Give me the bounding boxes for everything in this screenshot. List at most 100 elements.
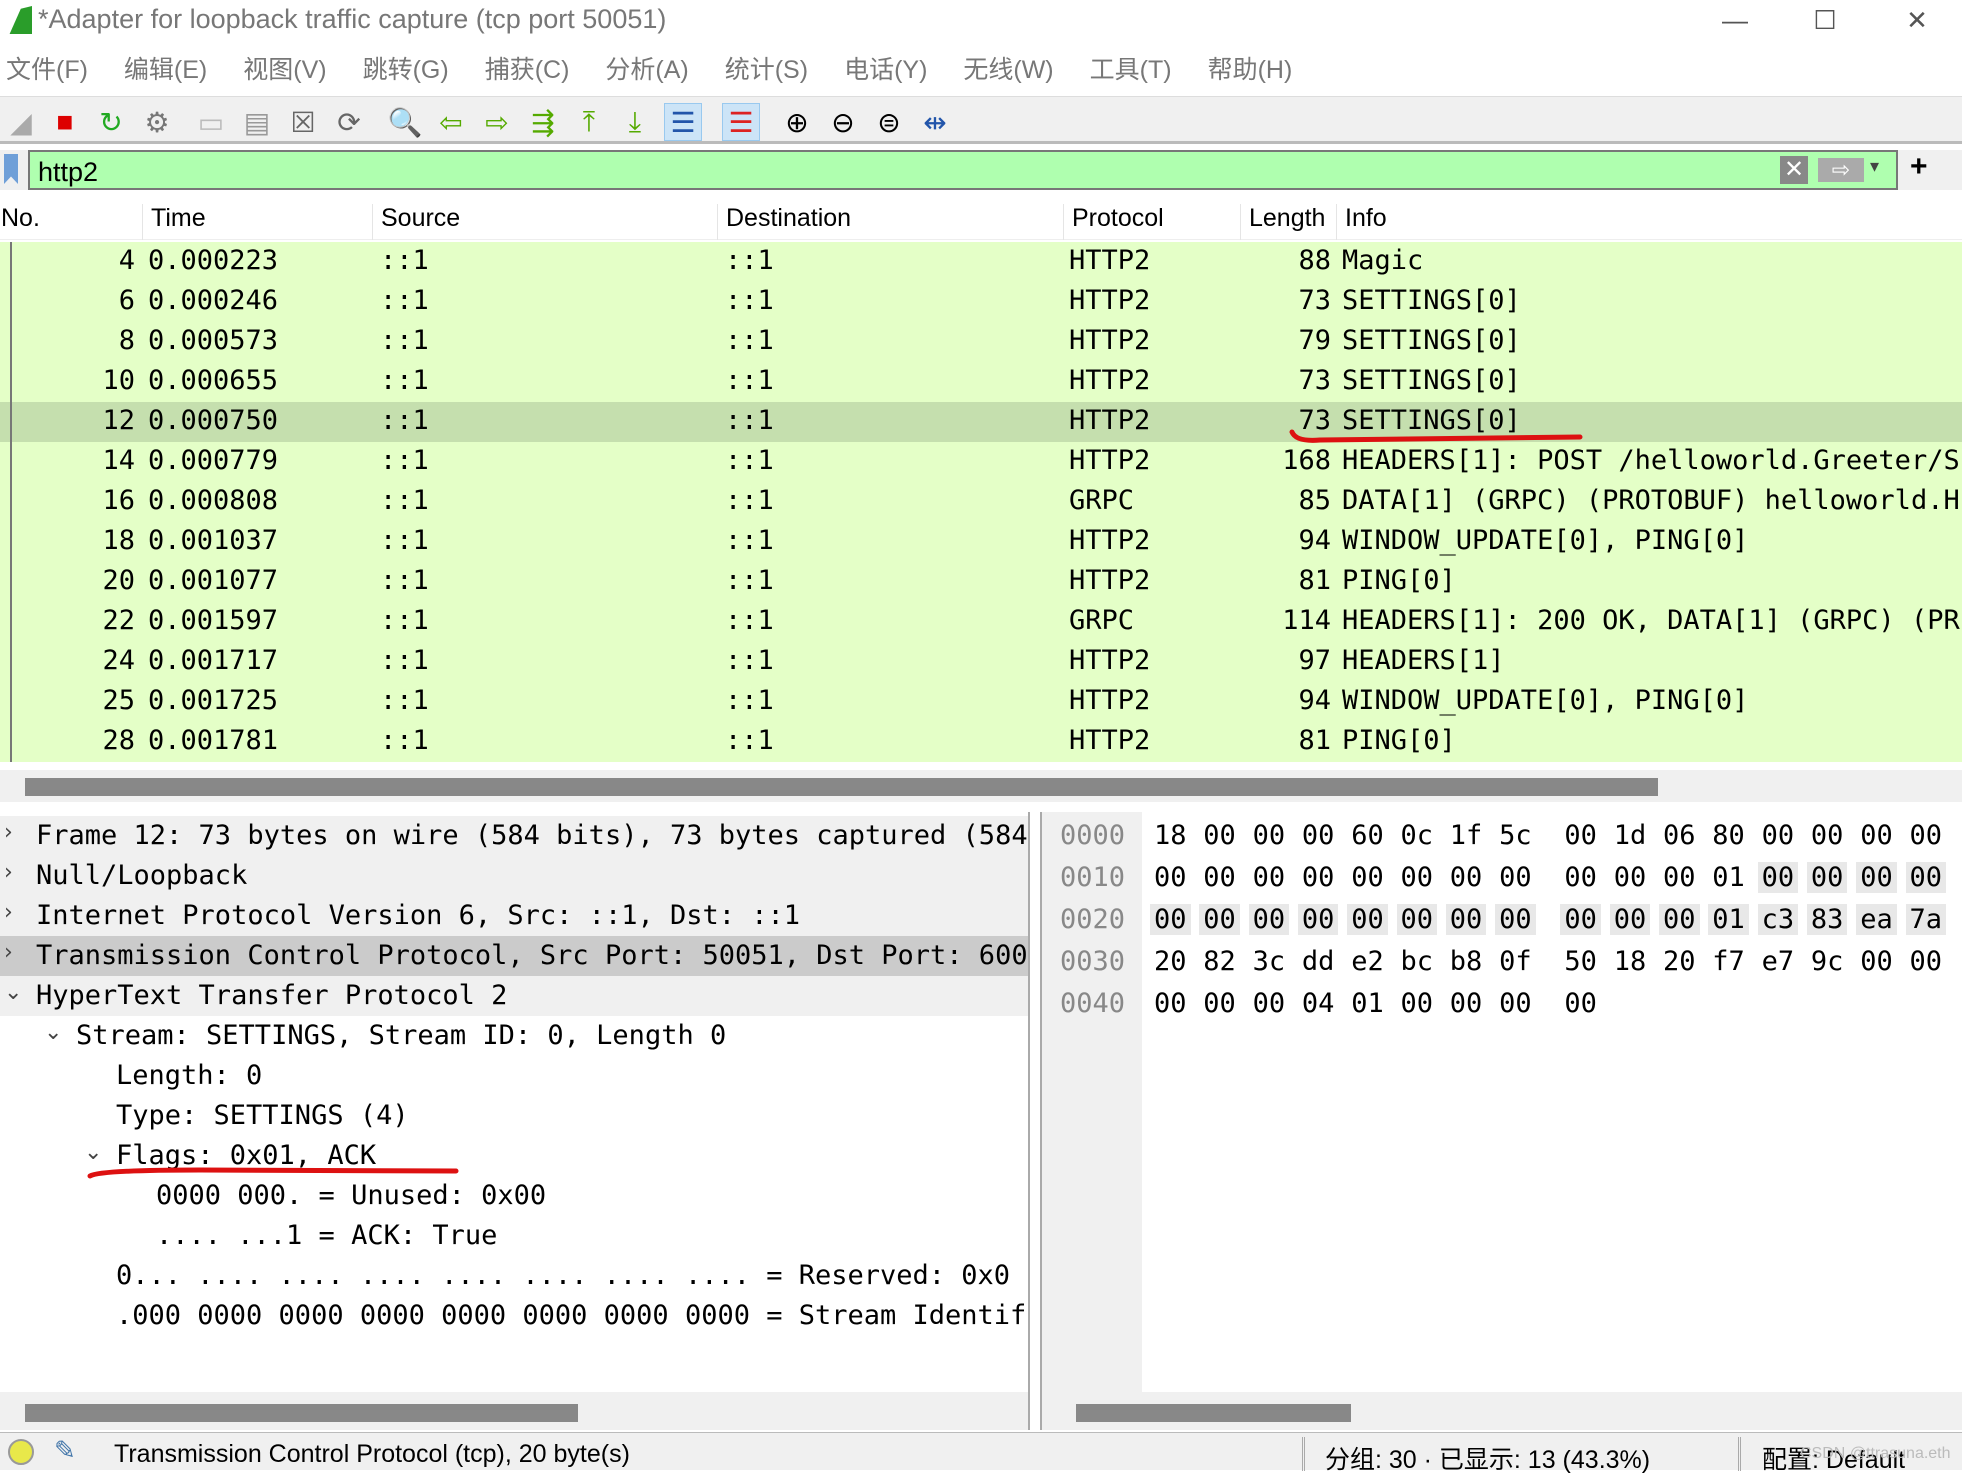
hex-byte[interactable]: bc	[1401, 946, 1434, 977]
details-scrollbar[interactable]	[0, 1392, 1028, 1430]
hex-byte[interactable]: 00	[1860, 820, 1893, 851]
packet-row[interactable]: 12 0.000750::1::1 HTTP2 73 SETTINGS[0]	[0, 402, 1962, 442]
hex-byte[interactable]: 00	[1659, 904, 1700, 935]
save-file-icon[interactable]: ▤	[238, 103, 276, 141]
hex-byte[interactable]: f7	[1712, 946, 1745, 977]
hex-byte[interactable]: 00	[1302, 862, 1335, 893]
packet-row[interactable]: 14 0.000779::1::1 HTTP2 168 HEADERS[1]: POST…	[0, 442, 1962, 482]
hex-byte[interactable]: 00	[1564, 862, 1597, 893]
hex-byte[interactable]: 00	[1150, 904, 1191, 935]
apply-filter-icon[interactable]: ⇨	[1818, 158, 1864, 182]
hex-byte[interactable]: 5c	[1499, 820, 1532, 851]
menu-item[interactable]: 视图(V)	[243, 48, 326, 92]
packet-row[interactable]: 16 0.000808::1::1 GRPC 85 DATA[1] (GRPC) (PR…	[0, 482, 1962, 522]
expand-arrow-icon[interactable]: ›	[4, 860, 13, 885]
open-file-icon[interactable]: ▭	[192, 103, 230, 141]
hex-byte[interactable]: 20	[1154, 946, 1187, 977]
hex-byte[interactable]: 00	[1297, 904, 1339, 935]
hex-byte[interactable]: 00	[1253, 820, 1286, 851]
hex-byte[interactable]: 00	[1401, 862, 1434, 893]
filter-history-dropdown[interactable]: ▾	[1870, 156, 1879, 177]
detail-row[interactable]: › Internet Protocol Version 6, Src: ::1, …	[0, 896, 1028, 936]
zoom-out-icon[interactable]: ⊖	[824, 103, 862, 141]
hex-byte[interactable]: 00	[1910, 820, 1943, 851]
hex-byte[interactable]: 1d	[1614, 820, 1647, 851]
menu-item[interactable]: 电话(Y)	[844, 48, 927, 92]
detail-row[interactable]: Length: 0	[0, 1056, 1028, 1096]
hex-byte[interactable]: b8	[1450, 946, 1483, 977]
bytes-scrollbar[interactable]	[1042, 1392, 1962, 1430]
expand-arrow-icon[interactable]: ›	[4, 820, 13, 845]
minimize-button[interactable]: —	[1690, 0, 1780, 42]
hex-byte[interactable]: 9c	[1811, 946, 1844, 977]
packet-row[interactable]: 20 0.001077::1::1 HTTP2 81 PING[0]	[0, 562, 1962, 602]
menu-item[interactable]: 帮助(H)	[1208, 48, 1293, 92]
collapse-arrow-icon[interactable]: ⌄	[4, 980, 22, 1005]
detail-row[interactable]: › Frame 12: 73 bytes on wire (584 bits), …	[0, 816, 1028, 856]
detail-row[interactable]: 0... .... .... .... .... .... .... .... …	[0, 1256, 1028, 1296]
hex-byte[interactable]: 00	[1856, 862, 1897, 893]
packet-row[interactable]: 18 0.001037::1::1 HTTP2 94 WINDOW_UPDATE[0],…	[0, 522, 1962, 562]
add-filter-button[interactable]: +	[1910, 150, 1928, 184]
hex-byte[interactable]: 60	[1351, 820, 1384, 851]
menu-item[interactable]: 无线(W)	[963, 48, 1053, 92]
detail-row[interactable]: ⌄ HyperText Transfer Protocol 2	[0, 976, 1028, 1016]
hex-byte[interactable]: 82	[1203, 946, 1236, 977]
menu-item[interactable]: 编辑(E)	[124, 48, 207, 92]
go-to-packet-icon[interactable]: ⇶	[524, 103, 562, 141]
hex-byte[interactable]: 00	[1564, 820, 1597, 851]
column-source[interactable]: Source	[372, 204, 460, 240]
shark-fin-start-icon[interactable]: ◢	[2, 103, 40, 141]
detail-row[interactable]: › Null/Loopback	[0, 856, 1028, 896]
hex-byte[interactable]: 00	[1445, 904, 1487, 935]
find-packet-icon[interactable]: 🔍	[386, 103, 424, 141]
hex-byte[interactable]: 00	[1450, 988, 1483, 1019]
column-protocol[interactable]: Protocol	[1063, 204, 1164, 240]
hex-byte[interactable]: c3	[1757, 904, 1799, 935]
hex-byte[interactable]: 00	[1203, 988, 1236, 1019]
column-time[interactable]: Time	[142, 204, 206, 240]
colorize-icon[interactable]: ☰	[722, 103, 760, 141]
column-no[interactable]: No.	[0, 204, 40, 240]
first-packet-icon[interactable]: ⤒	[570, 103, 608, 141]
hex-byte[interactable]: 0f	[1499, 946, 1532, 977]
hex-byte[interactable]: 00	[1609, 904, 1651, 935]
column-destination[interactable]: Destination	[717, 204, 851, 240]
detail-row[interactable]: ⌄ Stream: SETTINGS, Stream ID: 0, Length …	[0, 1016, 1028, 1056]
hex-byte[interactable]: 00	[1450, 862, 1483, 893]
hex-byte[interactable]: 00	[1396, 904, 1438, 935]
bookmark-icon[interactable]	[4, 154, 18, 184]
clear-filter-icon[interactable]: ✕	[1780, 156, 1808, 184]
close-file-icon[interactable]: ☒	[284, 103, 322, 141]
packet-row[interactable]: 25 0.001725::1::1 HTTP2 94 WINDOW_UPDATE[0],…	[0, 682, 1962, 722]
hex-byte[interactable]: dd	[1302, 946, 1335, 977]
expert-info-icon[interactable]	[8, 1439, 34, 1465]
expand-arrow-icon[interactable]: ›	[4, 900, 13, 925]
maximize-button[interactable]: ☐	[1780, 0, 1870, 42]
hex-byte[interactable]: 00	[1614, 862, 1647, 893]
capture-options-icon[interactable]: ⚙	[138, 103, 176, 141]
hex-byte[interactable]: 00	[1203, 820, 1236, 851]
hex-byte[interactable]: 00	[1401, 988, 1434, 1019]
autoscroll-icon[interactable]: ☰	[664, 103, 702, 141]
zoom-reset-icon[interactable]: ⊜	[870, 103, 908, 141]
hex-byte[interactable]: 50	[1564, 946, 1597, 977]
hex-byte[interactable]: 0c	[1401, 820, 1434, 851]
go-back-icon[interactable]: ⇦	[432, 103, 470, 141]
hex-byte[interactable]: 00	[1351, 862, 1384, 893]
resize-columns-icon[interactable]: ⇹	[916, 103, 954, 141]
menu-item[interactable]: 统计(S)	[725, 48, 808, 92]
display-filter-input[interactable]	[38, 156, 1738, 188]
hex-byte[interactable]: e2	[1351, 946, 1384, 977]
hex-byte[interactable]: 00	[1499, 862, 1532, 893]
scrollbar-thumb[interactable]	[25, 1404, 578, 1422]
hex-byte[interactable]: 00	[1154, 862, 1187, 893]
packet-row[interactable]: 22 0.001597::1::1 GRPC 114 HEADERS[1]: 200 O…	[0, 602, 1962, 642]
hex-byte[interactable]: 18	[1154, 820, 1187, 851]
menu-item[interactable]: 文件(F)	[6, 48, 88, 92]
hex-byte[interactable]: 00	[1154, 988, 1187, 1019]
packet-row[interactable]: 24 0.001717::1::1 HTTP2 97 HEADERS[1]	[0, 642, 1962, 682]
hex-byte[interactable]: 20	[1663, 946, 1696, 977]
hex-byte[interactable]: 7a	[1905, 904, 1947, 935]
close-button[interactable]: ✕	[1872, 0, 1962, 42]
